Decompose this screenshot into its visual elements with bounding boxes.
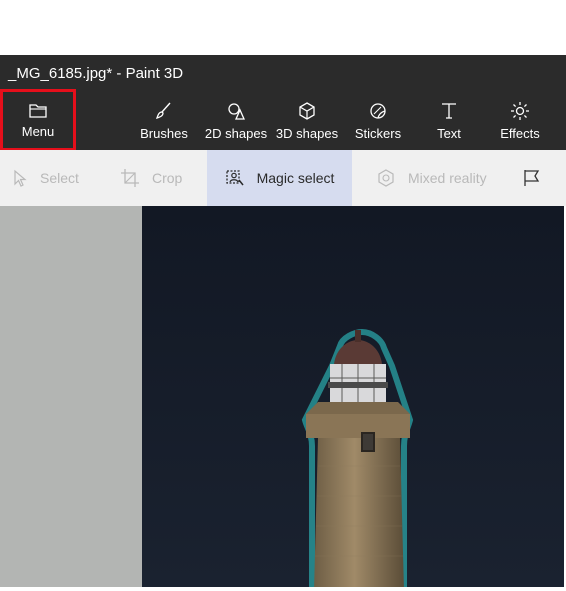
stickers-label: Stickers [354, 126, 402, 141]
magic-select-label: Magic select [256, 170, 335, 186]
brushes-button[interactable]: Brushes [139, 92, 189, 150]
crop-label: Crop [152, 170, 183, 186]
mixed-reality-icon [378, 169, 394, 187]
sun-icon [510, 96, 530, 126]
text-icon [439, 96, 459, 126]
2d-shapes-icon [226, 96, 246, 126]
3d-shapes-label: 3D shapes [275, 126, 339, 141]
cube-icon [297, 96, 317, 126]
brush-icon [154, 96, 174, 126]
mixed-reality-label: Mixed reality [408, 170, 487, 186]
sticker-icon [368, 96, 388, 126]
3d-shapes-button[interactable]: 3D shapes [276, 92, 338, 150]
window-title: _MG_6185.jpg* - Paint 3D [0, 55, 566, 92]
stickers-button[interactable]: Stickers [353, 92, 403, 150]
2d-shapes-label: 2D shapes [204, 126, 268, 141]
text-button[interactable]: Text [426, 92, 472, 150]
folder-icon [29, 98, 47, 124]
cursor-icon [14, 169, 27, 187]
flag-button[interactable] [522, 150, 554, 206]
flag-icon [524, 170, 540, 186]
2d-shapes-button[interactable]: 2D shapes [205, 92, 267, 150]
mixed-reality-button[interactable]: Mixed reality [376, 150, 487, 206]
magic-select-button[interactable]: Magic select [207, 150, 352, 206]
select-label: Select [40, 170, 79, 186]
crop-icon [121, 169, 139, 187]
image-canvas[interactable] [142, 206, 564, 591]
select-button[interactable]: Select [12, 150, 79, 206]
main-toolbar: Menu Brushes 2D shapes 3D shapes Sticker… [0, 89, 566, 151]
magic-select-icon [225, 170, 244, 186]
lighthouse-photo [142, 206, 564, 591]
menu-button[interactable]: Menu [0, 89, 76, 151]
effects-button[interactable]: Effects [497, 92, 543, 150]
crop-button[interactable]: Crop [120, 150, 182, 206]
menu-label: Menu [21, 124, 55, 139]
sub-toolbar: Select Crop Magic select Mixed reality [0, 150, 566, 206]
effects-label: Effects [500, 126, 540, 141]
bottom-edge [0, 587, 566, 591]
text-label: Text [437, 126, 461, 141]
brushes-label: Brushes [140, 126, 188, 141]
